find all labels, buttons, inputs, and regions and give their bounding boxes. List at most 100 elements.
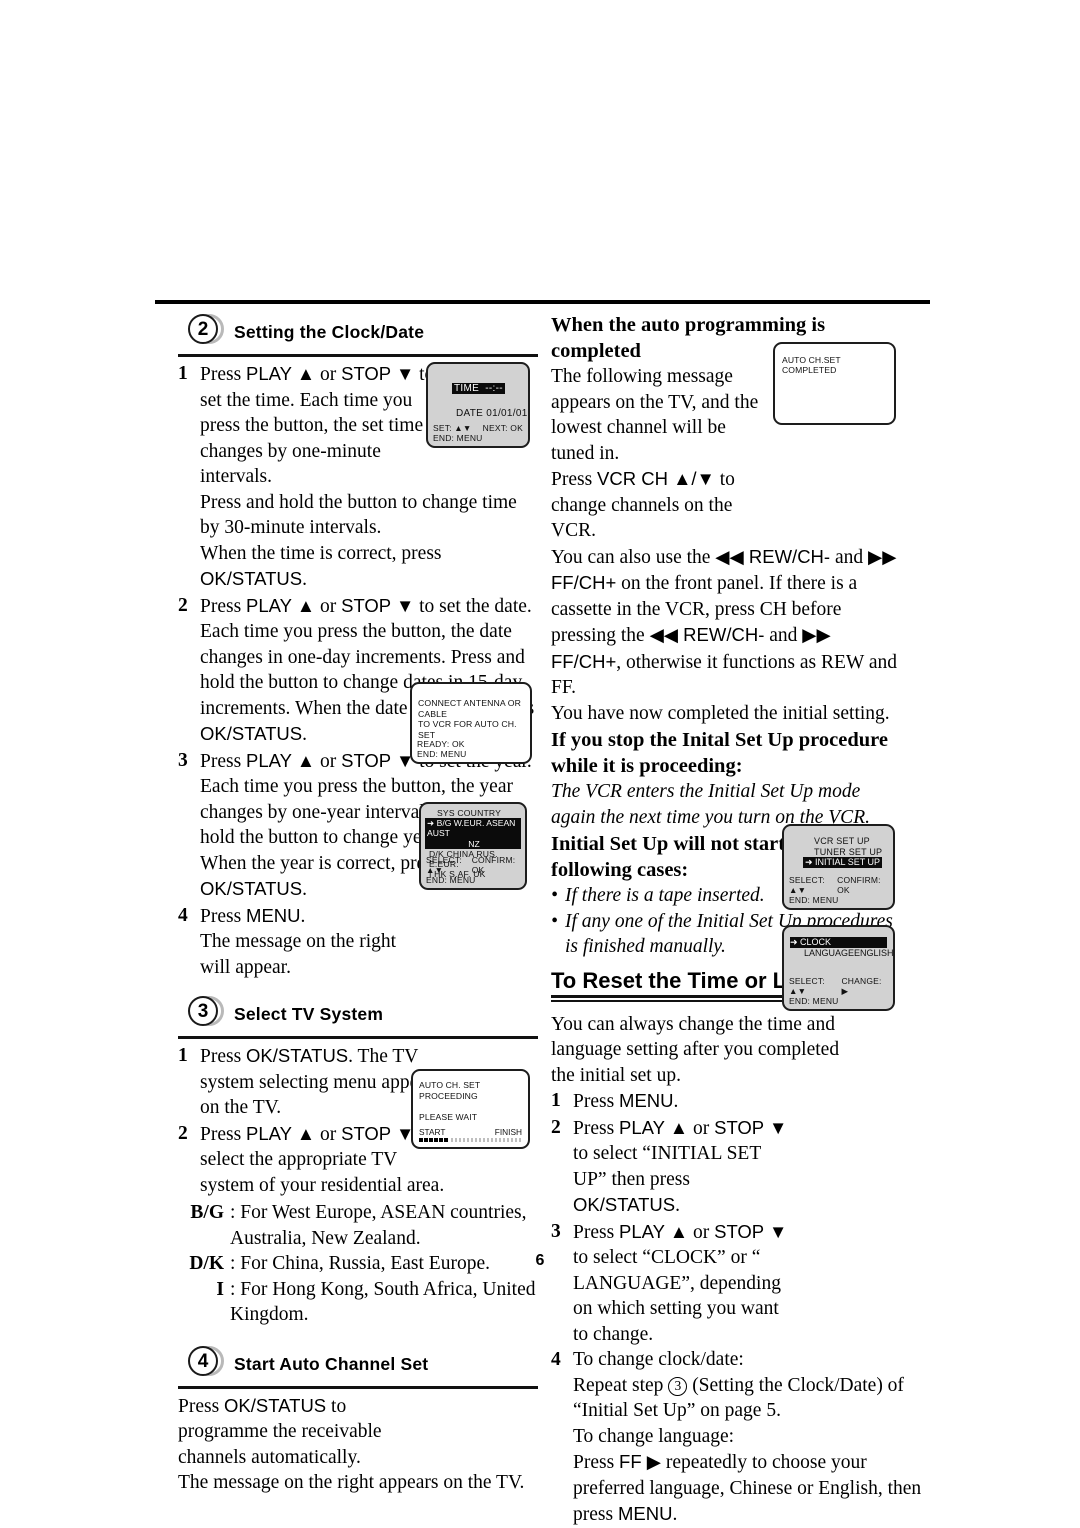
step4-l2a: Repeat step (573, 1374, 669, 1396)
step-2-note-2: When the time is correct, press OK/STATU… (178, 541, 538, 593)
item-text-mid: or (315, 750, 342, 772)
step-2-item-4-line2: The message on the right will appear. (200, 931, 397, 978)
proceeding-line-1: AUTO CH. SET PROCEEDING (419, 1080, 481, 1101)
right-para-1a: The following message appears on the TV,… (551, 364, 769, 466)
key-ok-status: OK/STATUS (200, 878, 303, 899)
tv-screen-auto-ch-completed: AUTO CH.SET COMPLETED (773, 342, 896, 425)
key-vcr-ch: VCR CH ▲/▼ (597, 468, 715, 489)
tv-screen-auto-ch-proceeding: AUTO CH. SET PROCEEDING PLEASE WAIT STAR… (411, 1069, 530, 1149)
tv-screen-body: TIME --:-- DATE 01/01/01 (428, 364, 528, 424)
tv-screen-footer: SELECT: ▲▼ CONFIRM: OK END: MENU (784, 873, 893, 908)
para-mid: and (830, 546, 868, 568)
step-3-item-1: 1 Press OK/STATUS. The TV system selecti… (178, 1043, 450, 1121)
step-3-header: 3 Select TV System (178, 994, 538, 1034)
right-heading-2: If you stop the Inital Set Up procedure … (551, 729, 888, 777)
step4-line3: To change language: (573, 1425, 735, 1447)
item-number: 2 (178, 594, 188, 616)
tv-system-text: : For West Europe, ASEAN countries, Aust… (230, 1202, 527, 1249)
step-2-item-1: 1 Press PLAY ▲ or STOP ▼ to set the time… (178, 361, 455, 490)
item-number: 2 (551, 1116, 561, 1138)
step-3-badge: 3 (188, 996, 226, 1028)
step-3-number: 3 (188, 996, 218, 1026)
item-number: 2 (178, 1122, 188, 1144)
item-text-pre: Press (573, 1117, 620, 1139)
step-2-header: 2 Setting the Clock/Date (178, 312, 538, 352)
key-stop-down: STOP ▼ (341, 363, 415, 384)
right-para-1b: Press VCR CH ▲/▼ to change channels on t… (551, 466, 769, 544)
key-stop-down: STOP ▼ (714, 1220, 788, 1242)
selected-line-1: ➜ B/G W.EUR. ASEAN AUST (427, 818, 516, 839)
date-value: 01/01/01 (486, 408, 528, 419)
progress-bar (419, 1138, 522, 1142)
step-3-rule (178, 1036, 538, 1039)
item-text-post: to select “INITIAL SET UP” then press (573, 1143, 761, 1190)
tv-system-label: I (216, 1278, 224, 1300)
note-pre: When the time is correct, press (200, 542, 442, 564)
tv-screen-body: VCR SET UP TUNER SET UP ➜ INITIAL SET UP (784, 826, 893, 873)
footer-right: CONFIRM: OK (837, 875, 881, 895)
footer-end: END: MENU (789, 996, 839, 1006)
header-rule (155, 300, 930, 304)
key-rew-ch-minus: ◀◀ REW/CH- (715, 545, 831, 567)
tv-screen-footer: SELECT: ▲▼ CONFIRM: OK END: MENU (421, 853, 525, 888)
item-text-mid: or (688, 1221, 715, 1243)
step4-line2: Repeat step 3 (Setting the Clock/Date) o… (573, 1373, 925, 1424)
step-2-badge: 2 (188, 314, 226, 346)
item-text-pre: Press (200, 750, 247, 772)
item-text-mid: or (688, 1117, 715, 1139)
item-text-tail: . (302, 879, 307, 900)
footer-row: SET: ▲▼ NEXT: OK (433, 423, 523, 433)
footer-end: END: MENU (433, 433, 483, 443)
footer-left: SELECT: ▲▼ (789, 875, 825, 895)
item-text-pre: Press (200, 905, 247, 927)
tv-screen-body: CONNECT ANTENNA OR CABLE TO VCR FOR AUTO… (412, 684, 530, 745)
step4-line1: To change clock/date: (573, 1349, 744, 1370)
key-play-up: PLAY ▲ (246, 749, 316, 771)
proceeding-line-2: PLEASE WAIT (419, 1112, 478, 1122)
tv-system-label: B/G (190, 1202, 224, 1223)
tv-screen-footer: SET: ▲▼ NEXT: OK END: MENU (428, 421, 528, 446)
item-text-post: . (300, 905, 306, 927)
item-text-mid: or (315, 595, 342, 617)
tv-system-bg: B/G : For West Europe, ASEAN countries, … (178, 1200, 538, 1251)
para-pre: Press (551, 469, 598, 490)
step-4-number: 4 (188, 1345, 218, 1376)
key-stop-down: STOP ▼ (714, 1116, 788, 1138)
item-number: 1 (178, 363, 188, 384)
key-stop-down: STOP ▼ (341, 749, 415, 771)
note-text: Press and hold the button to change time… (200, 491, 517, 539)
time-row: TIME --:-- (452, 383, 522, 394)
date-row: DATE 01/01/01 (456, 408, 527, 419)
tv-system-i: I : For Hong Kong, South Africa, United … (178, 1277, 538, 1328)
item-number: 3 (178, 749, 188, 771)
item-text-pre: Press (200, 1046, 247, 1067)
key-ok-status: OK/STATUS (224, 1394, 327, 1416)
right-para-2: You can also use the ◀◀ REW/CH- and ▶▶ F… (551, 544, 903, 701)
bullet-dot-icon: • (551, 885, 558, 906)
sys-country-selected: ➜ B/G W.EUR. ASEAN AUST NZ (425, 818, 521, 849)
right-italic-1: The VCR enters the Initial Set Up mode a… (551, 781, 870, 828)
tv-screen-footer: READY: OK END: MENU (412, 737, 530, 762)
progress-area: START FINISH (413, 1127, 528, 1142)
item-text-mid: or (315, 364, 342, 385)
key-stop-down: STOP ▼ (341, 1122, 415, 1144)
step-4-paragraph-2: The message on the right appears on the … (178, 1470, 528, 1496)
tv-screen-sys-country: SYS COUNTRY ➜ B/G W.EUR. ASEAN AUST NZ D… (419, 802, 527, 890)
step-3-title: Select TV System (234, 1004, 384, 1024)
key-play-up: PLAY ▲ (619, 1220, 689, 1242)
step-3-item-2: 2 Press PLAY ▲ or STOP ▼ to select the a… (178, 1121, 450, 1199)
reset-step-4: 4 To change clock/date: Repeat step 3 (S… (551, 1347, 925, 1528)
step-4-rule (178, 1385, 538, 1389)
selected-line-2: NZ (468, 838, 480, 849)
footer-row: SELECT: ▲▼ CONFIRM: OK (426, 855, 520, 875)
tv-system-text: : For Hong Kong, South Africa, United Ki… (230, 1278, 536, 1326)
right-para-3: You have now completed the initial setti… (551, 702, 890, 724)
time-highlight: TIME --:-- (452, 383, 505, 394)
bullet-text: If there is a tape inserted. (565, 885, 765, 906)
completed-line-1: AUTO CH.SET COMPLETED (782, 355, 841, 375)
bullet-dot-icon: • (551, 910, 558, 932)
item-text-pre: Press (200, 364, 247, 385)
item-text-pre: Press (573, 1221, 620, 1243)
step-2-item-4: 4 Press MENU. The message on the right w… (178, 903, 415, 981)
footer-left: SELECT: ▲▼ (426, 855, 462, 875)
